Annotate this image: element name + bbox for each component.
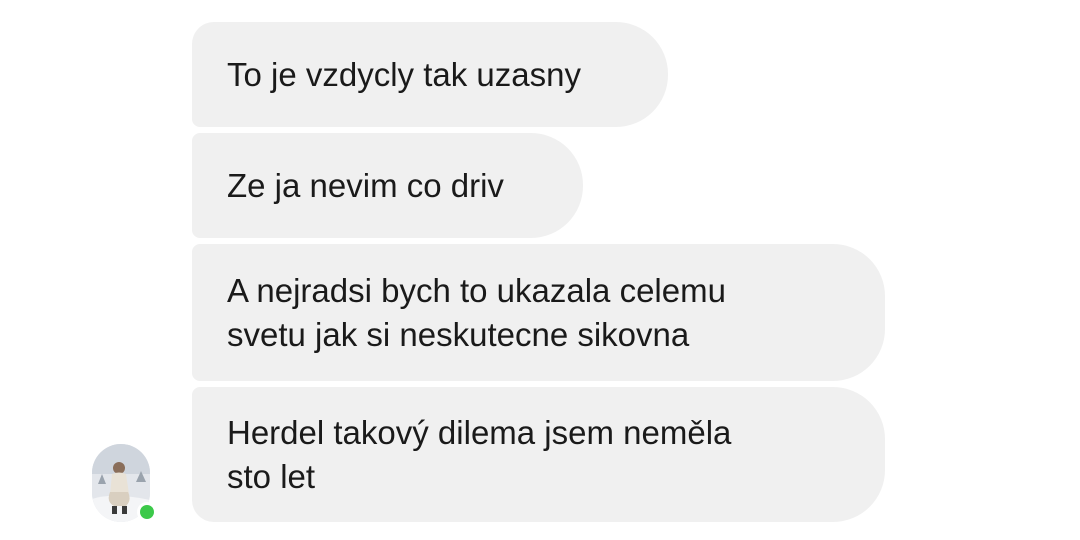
- message-bubble[interactable]: Ze ja nevim co driv: [192, 133, 583, 238]
- message-text: To je vzdycly tak uzasny: [227, 55, 581, 93]
- message-thread: To je vzdycly tak uzasny Ze ja nevim co …: [0, 0, 1080, 540]
- message-text: Herdel takový dilema jsem neměla sto let: [227, 413, 732, 495]
- online-status-dot: [137, 502, 157, 522]
- message-bubble[interactable]: A nejradsi bych to ukazala celemu svetu …: [192, 244, 885, 381]
- message-bubble[interactable]: To je vzdycly tak uzasny: [192, 22, 668, 127]
- message-text: Ze ja nevim co driv: [227, 166, 504, 204]
- message-bubble[interactable]: Herdel takový dilema jsem neměla sto let: [192, 387, 885, 522]
- message-text: A nejradsi bych to ukazala celemu svetu …: [227, 271, 726, 353]
